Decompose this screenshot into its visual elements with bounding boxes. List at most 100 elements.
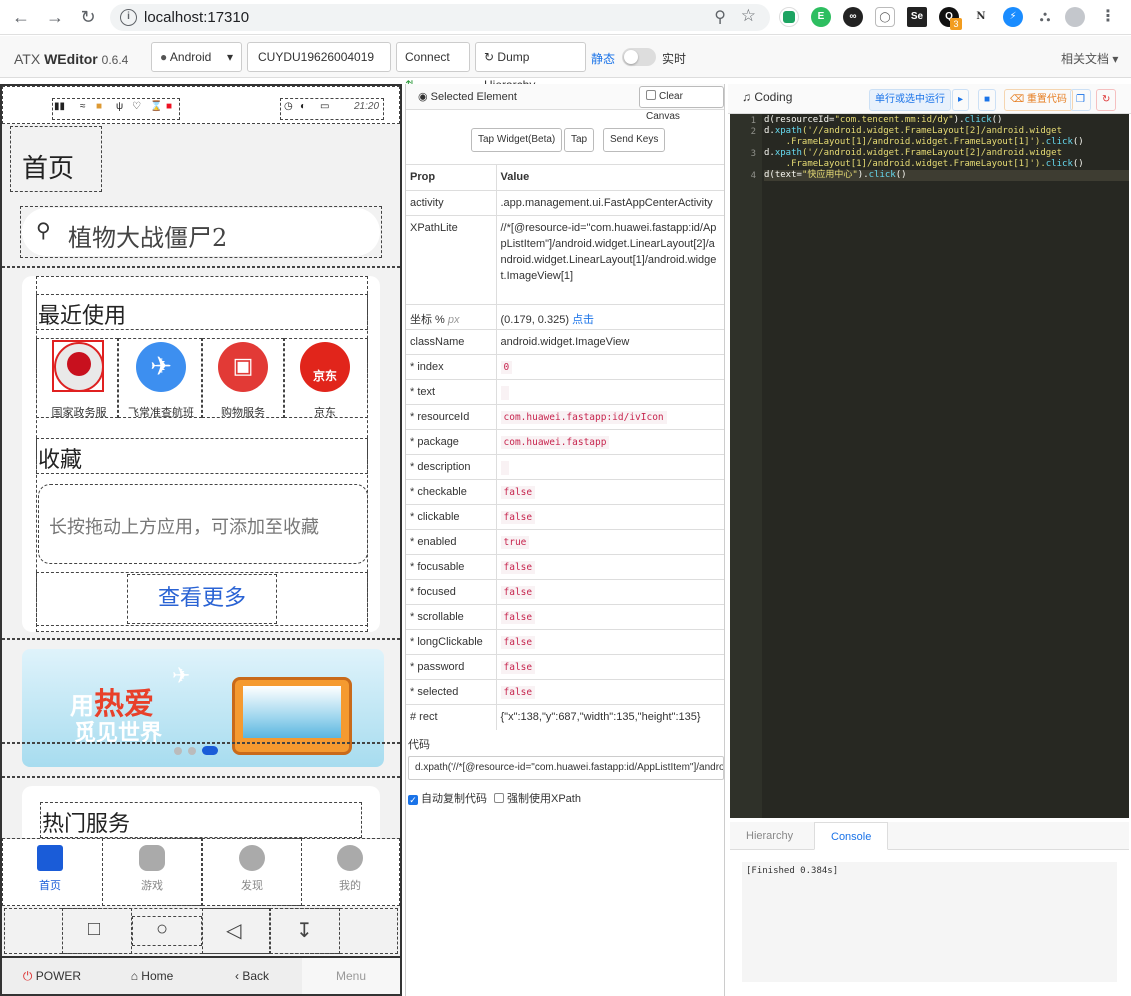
line-number: 3: [750, 149, 756, 159]
puzzle-extensions-icon[interactable]: ⛬: [1035, 7, 1055, 27]
dump-hierarchy-button[interactable]: ↻ Dump Hierarchy: [475, 42, 586, 92]
force-xpath-option[interactable]: 强制使用XPath: [494, 790, 581, 806]
send-keys-button[interactable]: Send Keys: [603, 128, 666, 152]
run-selected-button[interactable]: 单行或选中运行: [869, 89, 951, 111]
static-mode-label[interactable]: 静态: [591, 50, 615, 67]
prop-key: * resourceId: [406, 404, 497, 430]
reload-code-icon[interactable]: ↻: [1096, 89, 1117, 111]
shield-extension-icon[interactable]: ◯: [875, 7, 895, 27]
carousel-dot-active[interactable]: [202, 746, 218, 755]
code-function: click: [1045, 159, 1073, 169]
realtime-toggle[interactable]: [622, 48, 656, 66]
prop-value: android.widget.ImageView: [496, 329, 724, 355]
connect-button[interactable]: Connect ⇅: [396, 42, 470, 92]
device-screen[interactable]: ▮▮ ≈ ■ ψ ♡ ⌛ ■ ◷ ◐ ▭ 21:20 首页 ⚲ 植物大战僵尸2 …: [2, 86, 400, 956]
selenium-icon[interactable]: Se: [907, 7, 927, 27]
code-string: ('//android.widget.FrameLayout[2]/androi…: [801, 148, 1063, 158]
docs-dropdown[interactable]: 相关文档 ▾: [1061, 50, 1118, 67]
browser-toolbar: ← → ↻ i localhost:17310 ⚲ ☆ E ∞ ◯ Se Q 3…: [0, 0, 1131, 35]
stop-icon[interactable]: ■: [978, 89, 997, 111]
site-info-icon[interactable]: i: [120, 9, 137, 26]
carousel-dot[interactable]: [174, 747, 182, 755]
power-button[interactable]: ⏻ POWER: [2, 958, 102, 994]
home-button[interactable]: ⌂ Home: [102, 958, 202, 994]
version-label: 0.6.4: [101, 53, 129, 67]
code-value: false: [500, 611, 536, 624]
prop-key: * text: [406, 379, 497, 405]
panel-header: ◉ Selected Element Clear Canvas: [406, 84, 724, 122]
code-function: click: [964, 115, 992, 125]
code-token: ).: [857, 170, 869, 180]
play-icon[interactable]: ▸: [952, 89, 970, 111]
back-arrow-icon[interactable]: ←: [10, 6, 32, 28]
evernote-icon[interactable]: E: [811, 7, 831, 27]
toggle-knob: [624, 50, 638, 64]
code-editor[interactable]: 1 2 3 4 d(resourceId="com.tencent.mm:id/…: [730, 114, 1129, 818]
tab-console[interactable]: Console: [814, 822, 889, 850]
zoom-icon[interactable]: ⚲: [714, 7, 726, 27]
menu-button[interactable]: Menu: [302, 958, 400, 994]
code-line: d.xpath('//android.widget.FrameLayout[2]…: [764, 148, 1062, 159]
coord-unit: px: [447, 314, 460, 326]
music-note-icon: ♫: [742, 90, 751, 104]
forward-arrow-icon[interactable]: →: [44, 6, 66, 28]
panel-title: ◉ Selected Element: [418, 90, 517, 103]
coding-header: ♫ Coding 单行或选中运行 ▸ ■ ⌫ 重置代码 ❐ ↻: [728, 84, 1131, 114]
panel-title-text: Selected Element: [430, 91, 517, 103]
code-field[interactable]: d.xpath('//*[@resource-id="com.huawei.fa…: [408, 756, 724, 780]
bookmark-star-icon[interactable]: ☆: [741, 6, 756, 26]
copy-icon[interactable]: ❐: [1070, 89, 1091, 111]
carousel-dot[interactable]: [188, 747, 196, 755]
coord-key: 坐标 %: [410, 314, 445, 326]
tap-widget-button[interactable]: Tap Widget(Beta): [471, 128, 563, 152]
tap-button[interactable]: Tap: [564, 128, 595, 152]
auto-copy-checkbox[interactable]: ✓: [408, 795, 418, 805]
infinity-extension-icon[interactable]: ∞: [843, 7, 863, 27]
extension-green-icon[interactable]: [779, 7, 799, 27]
lightning-extension-icon[interactable]: ⚡: [1003, 7, 1023, 27]
code-string: .FrameLayout[1]/android.widget.FrameLayo…: [764, 159, 1046, 169]
extension-badge: 3: [950, 18, 962, 30]
clear-canvas-button[interactable]: Clear Canvas: [639, 86, 724, 122]
line-gutter: [730, 114, 762, 818]
auto-copy-label: 自动复制代码: [421, 793, 487, 805]
nav-button-outline: [62, 908, 132, 954]
prop-key: XPathLite: [406, 215, 497, 305]
coord-click-link[interactable]: 点击: [572, 314, 594, 326]
tab-hierarchy[interactable]: Hierarchy: [730, 822, 809, 850]
refresh-icon: ↻: [484, 50, 495, 64]
view-more-button[interactable]: 查看更多: [127, 574, 277, 624]
auto-copy-option[interactable]: ✓ 自动复制代码: [408, 790, 487, 806]
home-label: Home: [141, 969, 174, 983]
reload-icon[interactable]: ↻: [77, 6, 99, 28]
search-outline: [20, 206, 382, 258]
reset-code-button[interactable]: ⌫ 重置代码: [1004, 89, 1073, 111]
prop-value: false: [496, 479, 724, 505]
code-token: (): [1072, 137, 1084, 147]
empty-code-value: [500, 386, 509, 400]
promo-banner[interactable]: 用热爱 觅见世界 ✈: [22, 649, 384, 767]
force-xpath-label: 强制使用XPath: [507, 793, 581, 805]
platform-select[interactable]: ● Android ▾: [151, 42, 242, 72]
serial-input[interactable]: CUYDU19626004019: [247, 42, 391, 72]
table-row: * resourceId com.huawei.fastapp:id/ivIco…: [406, 404, 724, 430]
prop-key: * password: [406, 654, 497, 680]
code-token: d.: [764, 148, 775, 158]
brand: ATX WEditor 0.6.4: [14, 51, 128, 67]
caret-down-icon: ▾: [226, 50, 233, 64]
n-extension-icon[interactable]: N: [971, 7, 991, 27]
code-line: .FrameLayout[1]/android.widget.FrameLayo…: [764, 159, 1084, 170]
column-header: Value: [496, 164, 724, 191]
code-function: xpath: [774, 126, 802, 136]
force-xpath-checkbox[interactable]: [494, 793, 504, 803]
table-row: className android.widget.ImageView: [406, 329, 724, 355]
browser-menu-icon[interactable]: ⋮: [1098, 7, 1118, 27]
prop-key: className: [406, 329, 497, 355]
code-line-active: d(text="快应用中心").click(): [764, 170, 1129, 181]
divider-line: [2, 776, 400, 778]
address-bar[interactable]: i localhost:17310 ⚲ ☆: [110, 4, 770, 31]
prop-value: [496, 379, 724, 405]
profile-avatar-icon[interactable]: [1065, 7, 1085, 27]
code-string: "快应用中心": [801, 170, 858, 180]
back-button[interactable]: ‹ Back: [202, 958, 302, 994]
